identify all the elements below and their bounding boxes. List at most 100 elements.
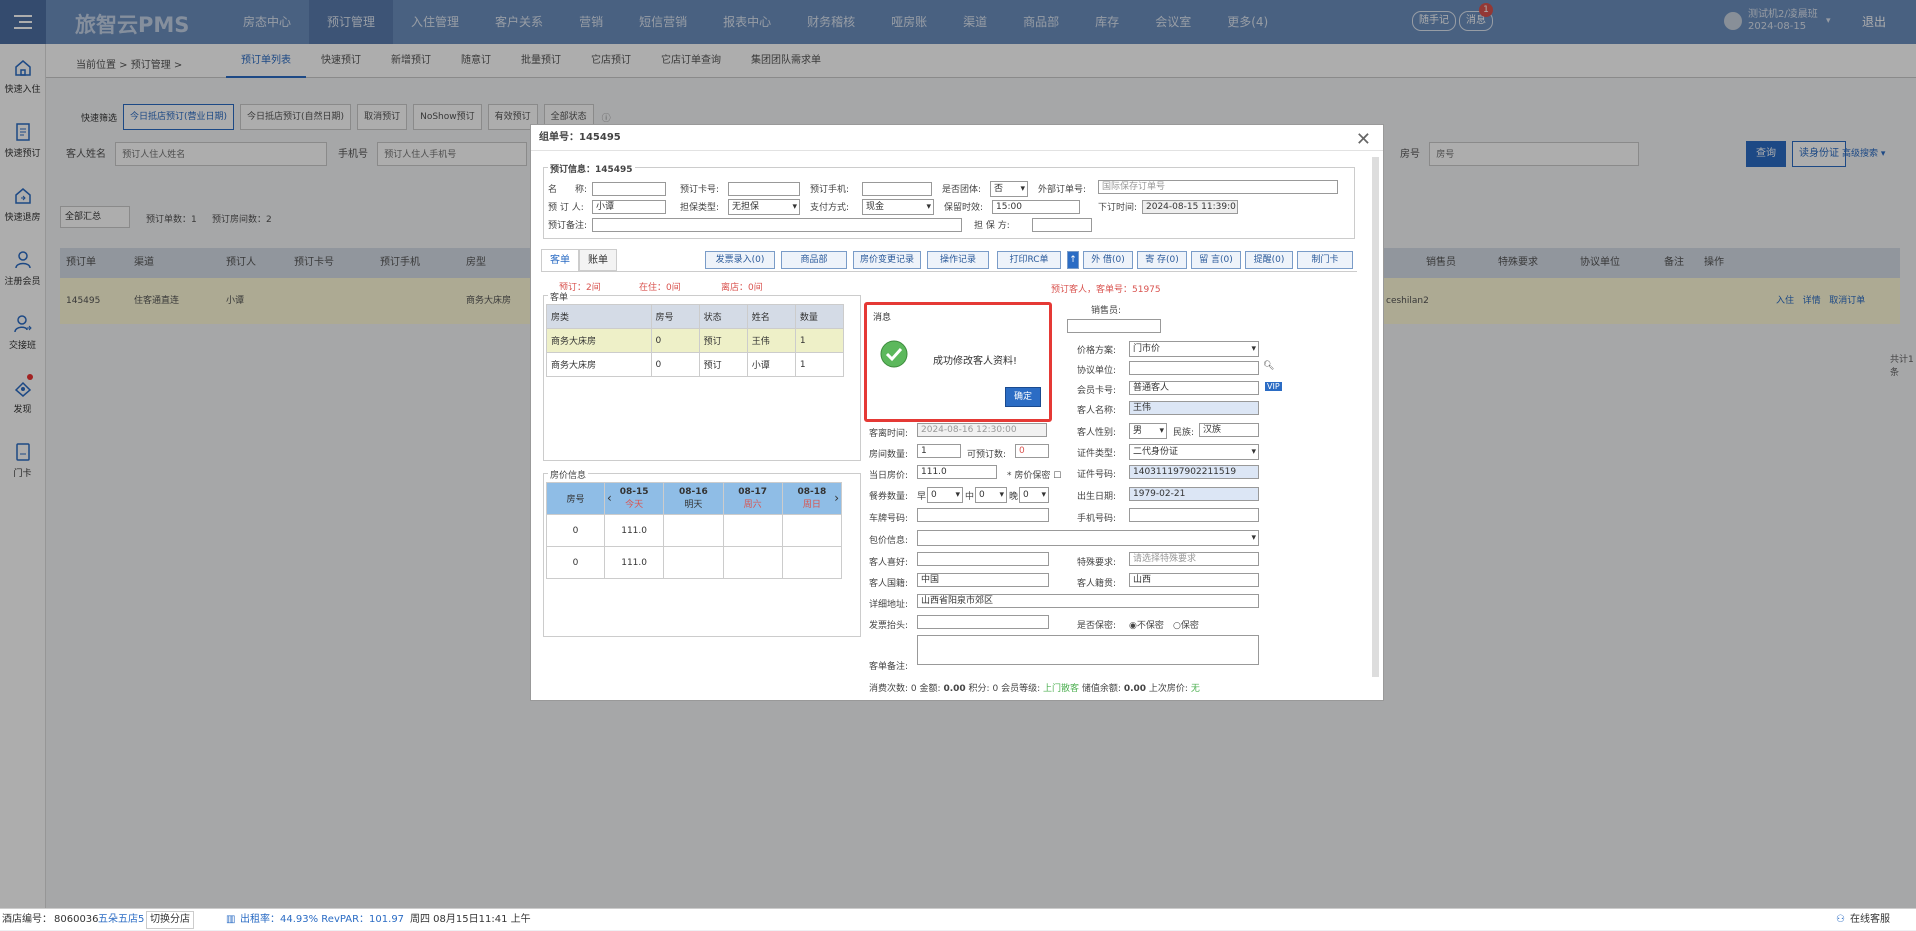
price-info-legend: 房价信息 bbox=[548, 468, 589, 481]
upload-icon[interactable]: ↑ bbox=[1067, 251, 1079, 269]
check-circle-icon bbox=[880, 340, 908, 368]
room-price-input[interactable]: 111.0 bbox=[917, 465, 997, 479]
special-input[interactable]: 请选择特殊要求 bbox=[1129, 552, 1259, 566]
table-row: 0 111.0 bbox=[546, 514, 843, 547]
private-radio-yes[interactable]: ○保密 bbox=[1173, 618, 1199, 631]
price-cell[interactable]: 111.0 bbox=[603, 514, 665, 547]
breakfast-select[interactable]: 0 bbox=[927, 487, 963, 503]
sales-input[interactable] bbox=[1067, 319, 1161, 333]
tab-guest[interactable]: 客单 bbox=[541, 249, 579, 271]
make-card-button[interactable]: 制门卡 bbox=[1297, 251, 1353, 269]
mobile-input[interactable] bbox=[1129, 508, 1259, 522]
day-header: 08-16 明天 bbox=[663, 482, 724, 515]
day-week: 周日 bbox=[802, 500, 821, 510]
switch-store-button[interactable]: 切换分店 bbox=[146, 911, 194, 929]
preference-input[interactable] bbox=[917, 552, 1049, 566]
day-header: 08-17 周六 bbox=[722, 482, 783, 515]
print-rc-button[interactable]: 打印RC单 bbox=[997, 251, 1061, 269]
col-header: 姓名 bbox=[746, 304, 796, 329]
invoice-entry-button[interactable]: 发票录入(0) bbox=[705, 251, 775, 269]
chevron-left-icon[interactable]: ‹ bbox=[607, 491, 612, 505]
keep-time-input[interactable]: 15:00 bbox=[992, 200, 1080, 214]
borrow-button[interactable]: 外 借(0) bbox=[1083, 251, 1133, 269]
card-input[interactable] bbox=[728, 182, 800, 196]
package-select[interactable] bbox=[917, 530, 1259, 546]
table-row[interactable]: 商务大床房 0 预订 小谭 1 bbox=[546, 352, 845, 377]
message-button[interactable]: 留 言(0) bbox=[1191, 251, 1241, 269]
day-header: 08-18 周日 › bbox=[781, 482, 843, 515]
origin-input[interactable]: 山西 bbox=[1129, 573, 1259, 587]
gender-select[interactable]: 男 bbox=[1129, 423, 1167, 439]
goods-button[interactable]: 商品部 bbox=[781, 251, 847, 269]
datetime: 周四 08月15日11:41 上午 bbox=[410, 914, 531, 925]
col-header: 房类 bbox=[546, 304, 652, 329]
table-row: 0 111.0 bbox=[546, 546, 843, 579]
private-radio-no[interactable]: ◉不保密 bbox=[1129, 618, 1164, 631]
deposit-button[interactable]: 寄 存(0) bbox=[1137, 251, 1187, 269]
plate-input[interactable] bbox=[917, 508, 1049, 522]
lunch-select[interactable]: 0 bbox=[975, 487, 1007, 503]
phone-label: 预订手机: bbox=[810, 185, 850, 195]
member-card-input[interactable]: 普通客人 bbox=[1129, 381, 1259, 395]
phone-input[interactable] bbox=[862, 182, 932, 196]
address-label: 详细地址: bbox=[869, 600, 909, 610]
close-icon[interactable]: ✕ bbox=[1356, 129, 1371, 150]
name-label: 名 称: bbox=[548, 185, 588, 195]
guarantee-select[interactable]: 无担保 bbox=[728, 199, 800, 215]
keep-time-label: 保留时效: bbox=[944, 203, 984, 213]
agreement-input[interactable] bbox=[1129, 361, 1259, 375]
id-number-input[interactable]: 140311197902211519 bbox=[1129, 465, 1259, 479]
birth-input[interactable]: 1979-02-21 bbox=[1129, 487, 1259, 501]
external-order-input[interactable]: 国际保存订单号 bbox=[1098, 180, 1338, 194]
invoice-title-input[interactable] bbox=[917, 615, 1049, 629]
depart-input[interactable]: 2024-08-16 12:30:00 bbox=[917, 423, 1047, 437]
nationality-input[interactable]: 中国 bbox=[917, 573, 1049, 587]
dinner-select[interactable]: 0 bbox=[1019, 487, 1049, 503]
guarantor-label: 担 保 方: bbox=[974, 221, 1010, 231]
operation-log-button[interactable]: 操作记录 bbox=[927, 251, 989, 269]
booker-input[interactable]: 小谭 bbox=[592, 200, 666, 214]
room-no-cell: 0 bbox=[546, 514, 605, 547]
col-header: 房号 bbox=[546, 482, 605, 515]
guest-name-cell: 王伟 bbox=[746, 328, 796, 353]
support-icon[interactable]: ⚇ bbox=[1836, 909, 1845, 931]
group-select[interactable]: 否 bbox=[990, 181, 1028, 197]
ok-button[interactable]: 确定 bbox=[1005, 387, 1041, 407]
address-input[interactable]: 山西省阳泉市郊区 bbox=[917, 594, 1259, 608]
name-input[interactable] bbox=[592, 182, 666, 196]
table-row[interactable]: 商务大床房 0 预订 王伟 1 bbox=[546, 328, 845, 353]
price-secret-text: 房价保密 bbox=[1014, 471, 1051, 481]
rooms-input[interactable]: 1 bbox=[917, 444, 961, 458]
price-cell bbox=[781, 514, 843, 547]
payment-select[interactable]: 现金 bbox=[862, 199, 934, 215]
plan-select[interactable]: 门市价 bbox=[1129, 341, 1259, 357]
search-icon[interactable]: 🔍︎ bbox=[1263, 361, 1274, 371]
vip-icon[interactable]: VIP bbox=[1265, 382, 1282, 391]
qty-cell: 1 bbox=[794, 328, 845, 353]
guest-name-input[interactable]: 王伟 bbox=[1129, 401, 1259, 415]
ethnic-input[interactable]: 汉族 bbox=[1199, 423, 1259, 437]
available-value: 0 bbox=[1015, 444, 1049, 458]
chevron-right-icon[interactable]: › bbox=[834, 491, 839, 505]
price-cell[interactable]: 111.0 bbox=[603, 546, 665, 579]
price-cell bbox=[663, 514, 724, 547]
price-secret-label: * 房价保密 ☐ bbox=[1007, 471, 1062, 481]
scrollbar[interactable] bbox=[1372, 157, 1379, 677]
tab-bill[interactable]: 账单 bbox=[579, 249, 617, 271]
secret-label: 保密 bbox=[1180, 621, 1199, 631]
note-textarea[interactable] bbox=[917, 635, 1259, 665]
remark-input[interactable] bbox=[592, 218, 962, 232]
reminder-button[interactable]: 提醒(0) bbox=[1245, 251, 1293, 269]
guarantor-input[interactable] bbox=[1032, 218, 1092, 232]
sales-label: 销售员: bbox=[1091, 306, 1122, 316]
price-change-log-button[interactable]: 房价变更记录 bbox=[853, 251, 921, 269]
private-label: 是否保密: bbox=[1077, 621, 1117, 631]
amount-label: 金额: bbox=[919, 684, 941, 694]
balance-label: 储值余额: bbox=[1081, 684, 1121, 694]
order-time-value: 2024-08-15 11:39:0 bbox=[1142, 200, 1238, 214]
amount-value: 0.00 bbox=[943, 684, 966, 694]
id-type-select[interactable]: 二代身份证 bbox=[1129, 444, 1259, 460]
success-message-dialog: 消息 成功修改客人资料! 确定 bbox=[864, 302, 1052, 422]
online-support-link[interactable]: 在线客服 bbox=[1850, 909, 1890, 931]
hotel-number-label: 酒店编号： bbox=[2, 914, 52, 925]
